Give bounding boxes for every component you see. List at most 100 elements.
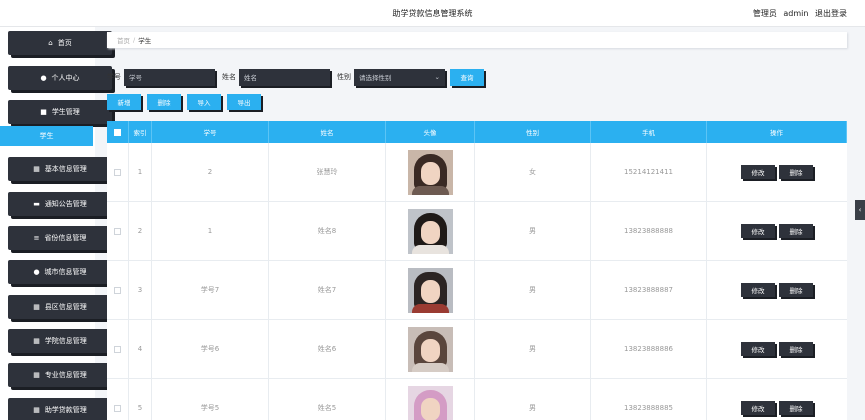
row-delete-button[interactable]: 删除 (779, 342, 813, 356)
cell-phone: 15214121411 (591, 143, 707, 201)
row-checkbox[interactable] (114, 168, 121, 176)
edit-button[interactable]: 修改 (741, 401, 775, 415)
header-name: 姓名 (269, 121, 386, 143)
username: admin (783, 9, 809, 18)
sidebar-item-cities[interactable]: ● 城市信息管理 (8, 260, 112, 284)
cell-student-id: 学号6 (152, 320, 269, 378)
sidebar-item-colleges[interactable]: ▦ 学院信息管理 (8, 329, 112, 353)
add-button[interactable]: 新增 (107, 94, 141, 110)
edit-button[interactable]: 修改 (741, 165, 775, 179)
table-header: 索引 学号 姓名 头像 性别 手机 操作 (107, 121, 847, 143)
sidebar-item-profile[interactable]: ● 个人中心 (8, 66, 112, 90)
cell-phone: 13823888888 (591, 202, 707, 260)
import-button[interactable]: 导入 (187, 94, 221, 110)
sidebar-item-basic-info[interactable]: ▦ 基本信息管理 (8, 157, 112, 181)
student-id-label: 学号 (107, 73, 121, 81)
gender-select-value: 请选择性别 (359, 74, 392, 82)
chevron-down-icon: ⌄ (434, 73, 440, 81)
header-select-cell (107, 121, 129, 143)
app-title: 助学贷款信息管理系统 (392, 9, 473, 18)
cell-phone: 13823888886 (591, 320, 707, 378)
student-id-input[interactable]: 学号 (124, 68, 215, 86)
sidebar-item-districts[interactable]: ▦ 县区信息管理 (8, 295, 112, 319)
cell-student-id: 2 (152, 143, 269, 201)
row-delete-button[interactable]: 删除 (779, 224, 813, 238)
sidebar-item-label: 省份信息管理 (44, 234, 87, 242)
cell-phone: 13823888885 (591, 379, 707, 420)
grid-icon: ▦ (33, 371, 40, 379)
sidebar-item-label: 学生管理 (51, 108, 80, 116)
avatar (407, 385, 453, 420)
header-actions: 操作 (707, 121, 847, 143)
sidebar-item-label: 专业信息管理 (44, 371, 87, 379)
row-checkbox[interactable] (114, 227, 121, 235)
row-delete-button[interactable]: 删除 (779, 165, 813, 179)
user-area: 管理员 admin 退出登录 (749, 8, 847, 19)
edit-button[interactable]: 修改 (741, 283, 775, 297)
sidebar-subitem-student[interactable]: 学生 (0, 126, 93, 146)
edit-button[interactable]: 修改 (741, 342, 775, 356)
sidebar-item-label: 个人中心 (51, 74, 80, 82)
table-row: 3 学号7 姓名7 男 13823888887 修改 删除 (107, 261, 847, 320)
sidebar-item-home[interactable]: ⌂ 首页 (8, 31, 112, 55)
action-bar: 新增 删除 导入 导出 (107, 94, 267, 110)
cell-name: 姓名5 (269, 379, 386, 420)
breadcrumb: 首页 / 学生 (107, 32, 847, 48)
role-label: 管理员 (752, 9, 777, 18)
sidebar: ⌂ 首页 ● 个人中心 ■ 学生管理 学生 ▦ 基本信息管理 ▬ 通知公告管理 … (0, 27, 112, 420)
cell-name: 姓名6 (269, 320, 386, 378)
row-delete-button[interactable]: 删除 (779, 401, 813, 415)
students-table: 索引 学号 姓名 头像 性别 手机 操作 1 2 张慧玲 女 152141214… (107, 121, 847, 420)
row-checkbox[interactable] (114, 404, 121, 412)
select-all-checkbox[interactable] (114, 128, 121, 136)
cell-gender: 男 (475, 202, 591, 260)
grid-icon: ▦ (33, 337, 40, 345)
sidebar-item-label: 城市信息管理 (44, 268, 87, 276)
sidebar-item-notices[interactable]: ▬ 通知公告管理 (8, 192, 112, 216)
header-student-id: 学号 (152, 121, 269, 143)
query-button[interactable]: 查询 (450, 68, 484, 86)
delete-button[interactable]: 删除 (147, 94, 181, 110)
row-delete-button[interactable]: 删除 (779, 283, 813, 297)
cell-name: 姓名8 (269, 202, 386, 260)
briefcase-icon: ■ (40, 108, 47, 116)
breadcrumb-current: 学生 (138, 37, 152, 45)
main-content: 首页 / 学生 学号 学号 姓名 姓名 性别 请选择性别 ⌄ 查询 新增 删除 … (107, 27, 847, 420)
logout-link[interactable]: 退出登录 (815, 9, 847, 18)
cell-index: 5 (129, 379, 152, 420)
grid-icon: ▦ (33, 406, 40, 414)
row-checkbox[interactable] (114, 345, 121, 353)
gender-select[interactable]: 请选择性别 ⌄ (354, 68, 445, 86)
sidebar-item-label: 县区信息管理 (44, 303, 87, 311)
cell-gender: 男 (475, 379, 591, 420)
sidebar-item-label: 助学贷款管理 (44, 406, 87, 414)
export-button[interactable]: 导出 (227, 94, 261, 110)
header-avatar: 头像 (386, 121, 475, 143)
sidebar-item-provinces[interactable]: ≡ 省份信息管理 (8, 226, 112, 250)
sidebar-item-label: 通知公告管理 (44, 200, 87, 208)
row-checkbox[interactable] (114, 286, 121, 294)
cell-index: 3 (129, 261, 152, 319)
cell-index: 2 (129, 202, 152, 260)
grid-icon: ▦ (33, 165, 40, 173)
breadcrumb-home[interactable]: 首页 (117, 35, 130, 45)
cell-index: 1 (129, 143, 152, 201)
home-icon: ⌂ (48, 39, 53, 47)
edit-button[interactable]: 修改 (741, 224, 775, 238)
sidebar-item-majors[interactable]: ▦ 专业信息管理 (8, 363, 112, 387)
sidebar-item-label: 基本信息管理 (44, 165, 87, 173)
cell-phone: 13823888887 (591, 261, 707, 319)
name-input[interactable]: 姓名 (239, 68, 330, 86)
avatar (407, 267, 453, 313)
collapse-handle-icon[interactable]: ‹ (855, 200, 865, 220)
cell-student-id: 学号7 (152, 261, 269, 319)
message-icon: ▬ (33, 200, 40, 208)
gender-label: 性别 (337, 73, 351, 81)
table-row: 4 学号6 姓名6 男 13823888886 修改 删除 (107, 320, 847, 379)
sidebar-item-students[interactable]: ■ 学生管理 (8, 100, 112, 124)
top-bar: 助学贷款信息管理系统 管理员 admin 退出登录 (0, 0, 865, 27)
sidebar-item-label: 首页 (57, 39, 72, 47)
breadcrumb-separator: / (133, 36, 136, 44)
grid-icon: ▦ (33, 303, 40, 311)
sidebar-item-loans[interactable]: ▦ 助学贷款管理 (8, 398, 112, 420)
